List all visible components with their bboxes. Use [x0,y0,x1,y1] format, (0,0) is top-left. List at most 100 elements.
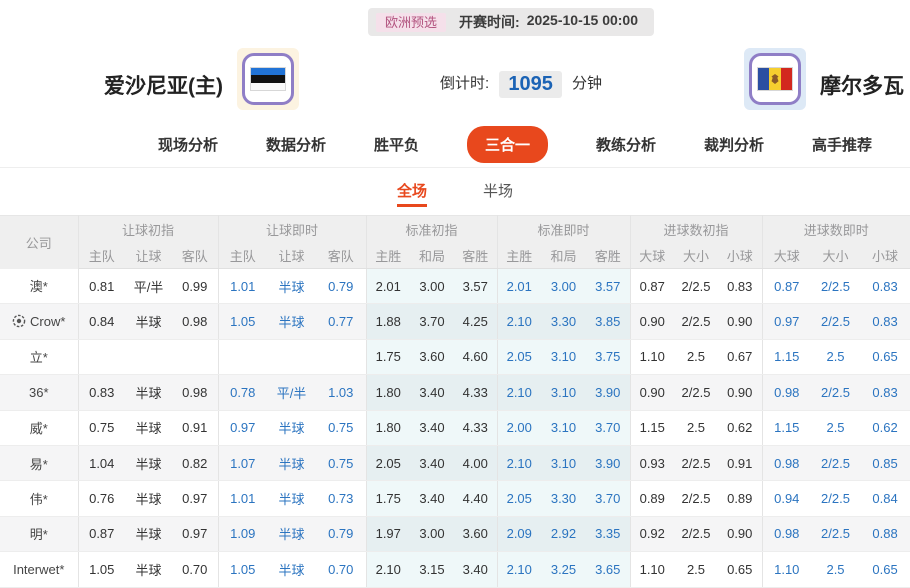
odds-cell[interactable]: 2/2.5 [811,481,860,516]
subtab-2[interactable]: 半场 [483,180,513,207]
odds-cell[interactable]: 3.70 [410,304,454,339]
odds-cell[interactable]: 半球 [267,552,316,587]
nav-tab-7[interactable]: 高手推荐 [812,134,872,155]
odds-cell[interactable]: 半球 [267,410,316,445]
odds-cell[interactable]: 1.04 [78,445,125,480]
odds-cell[interactable]: 0.98 [762,375,811,410]
nav-tab-4[interactable]: 三合一 [467,126,548,163]
odds-cell[interactable]: 3.00 [541,269,586,304]
odds-cell[interactable]: 0.90 [630,304,674,339]
odds-cell[interactable]: 2/2.5 [811,269,860,304]
odds-cell[interactable]: 0.89 [718,481,762,516]
odds-cell[interactable]: 0.83 [718,269,762,304]
odds-cell[interactable]: 0.83 [78,375,125,410]
odds-cell[interactable] [78,339,125,374]
odds-cell[interactable] [125,339,172,374]
odds-cell[interactable] [218,339,267,374]
odds-cell[interactable]: 0.98 [762,516,811,551]
odds-cell[interactable]: 1.10 [630,339,674,374]
odds-cell[interactable]: 0.65 [860,552,910,587]
odds-cell[interactable]: 0.67 [718,339,762,374]
odds-cell[interactable]: 1.09 [218,516,267,551]
odds-cell[interactable]: 2.09 [497,516,541,551]
odds-cell[interactable]: 3.10 [541,445,586,480]
odds-cell[interactable]: 1.03 [316,375,366,410]
odds-cell[interactable]: 半球 [267,481,316,516]
odds-cell[interactable]: 0.73 [316,481,366,516]
odds-cell[interactable]: 0.62 [718,410,762,445]
odds-cell[interactable]: 0.75 [78,410,125,445]
odds-cell[interactable]: 平/半 [125,269,172,304]
odds-cell[interactable]: 3.10 [541,339,586,374]
odds-cell[interactable]: 半球 [125,552,172,587]
odds-cell[interactable]: 半球 [267,516,316,551]
odds-cell[interactable]: 0.83 [860,304,910,339]
odds-cell[interactable]: 2.01 [497,269,541,304]
odds-cell[interactable]: 0.85 [860,445,910,480]
odds-cell[interactable]: 0.91 [718,445,762,480]
odds-cell[interactable] [172,339,218,374]
odds-cell[interactable]: 0.90 [718,516,762,551]
odds-cell[interactable]: 4.25 [454,304,497,339]
odds-cell[interactable]: 0.97 [172,481,218,516]
odds-cell[interactable]: 2.05 [366,445,410,480]
odds-cell[interactable]: 1.01 [218,269,267,304]
odds-cell[interactable]: 2.5 [811,552,860,587]
odds-cell[interactable]: 3.40 [410,481,454,516]
odds-cell[interactable]: 0.83 [860,375,910,410]
odds-cell[interactable]: 1.05 [218,304,267,339]
odds-cell[interactable]: 0.84 [78,304,125,339]
odds-cell[interactable]: 0.76 [78,481,125,516]
odds-cell[interactable]: 3.40 [454,552,497,587]
odds-cell[interactable]: 2/2.5 [674,445,718,480]
odds-cell[interactable]: 3.57 [454,269,497,304]
nav-tab-2[interactable]: 数据分析 [266,134,326,155]
company-cell[interactable]: 明* [0,516,78,551]
odds-cell[interactable]: 3.25 [541,552,586,587]
odds-cell[interactable]: 1.15 [762,410,811,445]
company-cell[interactable]: 立* [0,339,78,374]
odds-cell[interactable]: 0.81 [78,269,125,304]
odds-cell[interactable]: 0.75 [316,410,366,445]
odds-cell[interactable]: 2.5 [811,339,860,374]
odds-cell[interactable]: 4.60 [454,339,497,374]
odds-cell[interactable]: 3.30 [541,304,586,339]
odds-cell[interactable]: 0.62 [860,410,910,445]
odds-cell[interactable]: 2/2.5 [674,304,718,339]
odds-cell[interactable]: 半球 [125,516,172,551]
company-cell[interactable]: Crow* [0,304,78,339]
subtab-1[interactable]: 全场 [397,180,427,207]
odds-cell[interactable]: 0.87 [762,269,811,304]
odds-cell[interactable]: 0.90 [718,375,762,410]
odds-cell[interactable]: 3.70 [586,481,630,516]
odds-cell[interactable]: 3.35 [586,516,630,551]
company-cell[interactable]: 伟* [0,481,78,516]
odds-cell[interactable]: 0.91 [172,410,218,445]
odds-cell[interactable]: 半球 [125,481,172,516]
odds-cell[interactable]: 2.10 [497,304,541,339]
odds-cell[interactable]: 半球 [125,410,172,445]
odds-cell[interactable]: 0.84 [860,481,910,516]
odds-cell[interactable]: 0.70 [316,552,366,587]
odds-cell[interactable]: 4.00 [454,445,497,480]
odds-cell[interactable]: 0.88 [860,516,910,551]
odds-cell[interactable]: 3.90 [586,445,630,480]
odds-cell[interactable]: 3.60 [454,516,497,551]
odds-cell[interactable]: 3.65 [586,552,630,587]
odds-cell[interactable]: 平/半 [267,375,316,410]
odds-cell[interactable]: 0.83 [860,269,910,304]
odds-cell[interactable]: 2.10 [366,552,410,587]
odds-cell[interactable]: 2.05 [497,481,541,516]
odds-cell[interactable]: 2.10 [497,552,541,587]
nav-tab-6[interactable]: 裁判分析 [704,134,764,155]
odds-cell[interactable]: 半球 [267,269,316,304]
odds-cell[interactable]: 2.01 [366,269,410,304]
odds-cell[interactable]: 半球 [267,445,316,480]
odds-cell[interactable]: 0.70 [172,552,218,587]
odds-cell[interactable]: 2/2.5 [674,516,718,551]
odds-cell[interactable]: 2/2.5 [811,304,860,339]
odds-cell[interactable]: 1.97 [366,516,410,551]
odds-cell[interactable]: 2.05 [497,339,541,374]
odds-cell[interactable]: 0.98 [762,445,811,480]
odds-cell[interactable]: 1.80 [366,410,410,445]
